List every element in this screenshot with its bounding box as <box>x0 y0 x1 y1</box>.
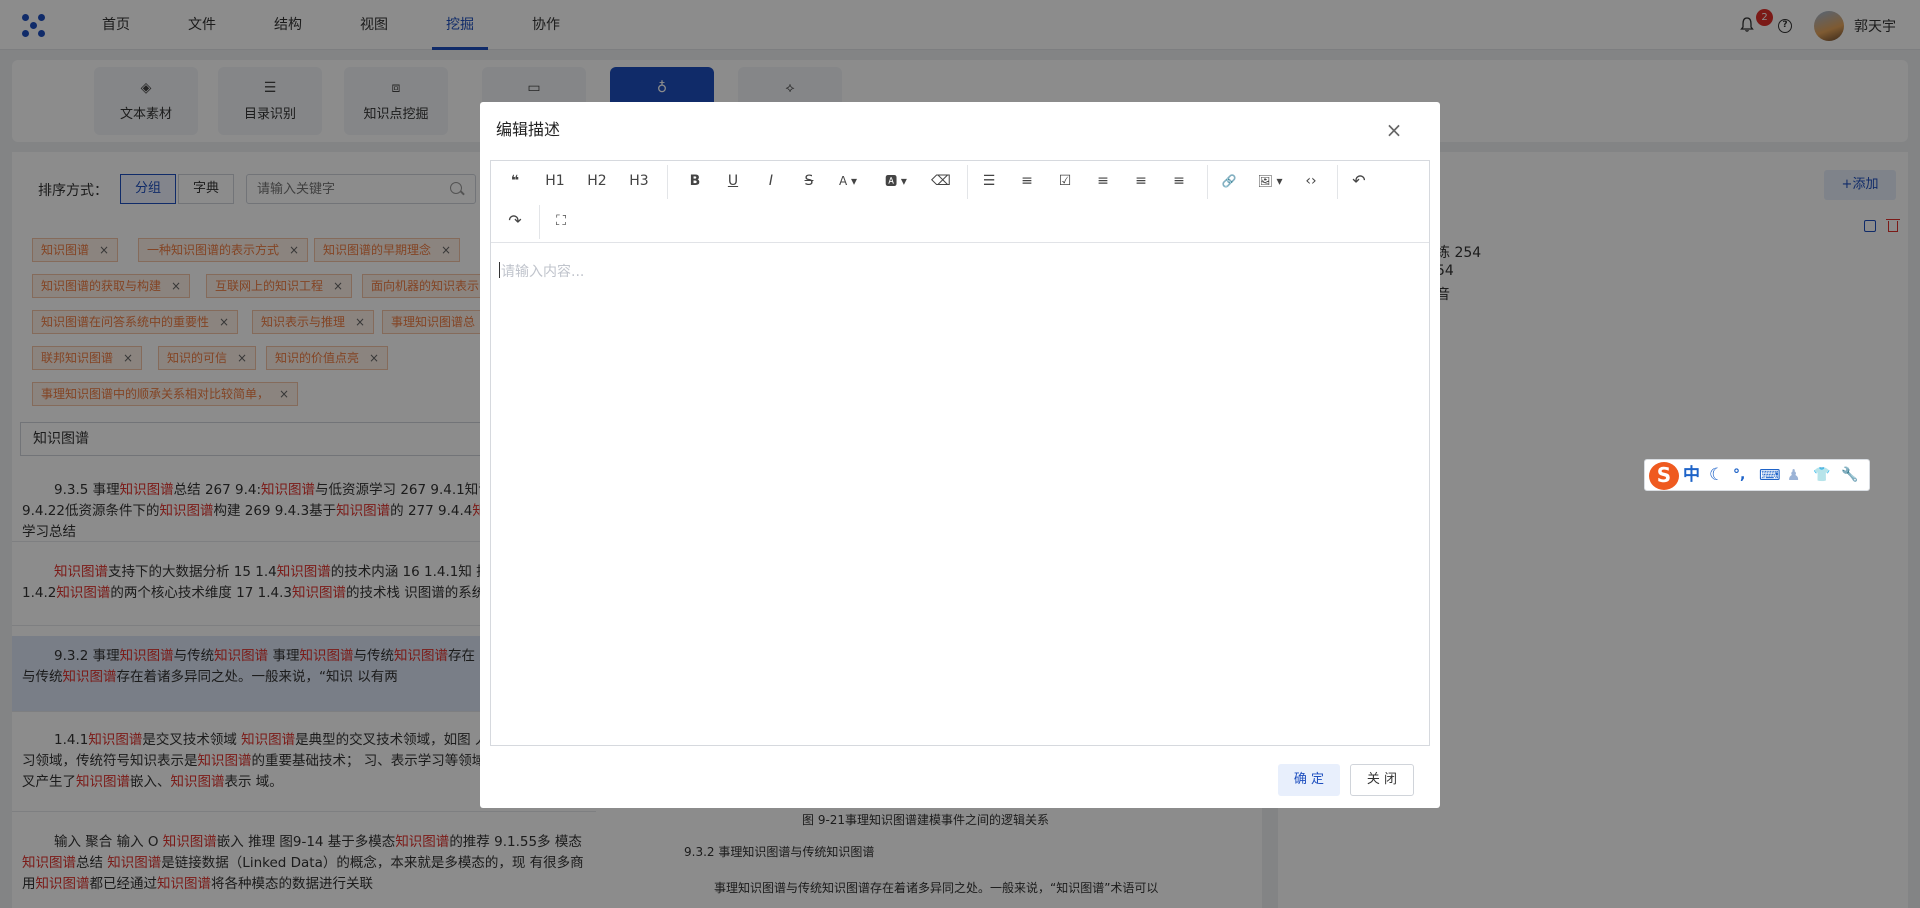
image-icon[interactable]: 🖼 ▾ <box>1253 167 1287 195</box>
rich-text-editor: ❝ H1 H2 H3 B U I S A ▾ 🅰 ▾ ⌫ ☰ ≡ ☑ ≡ ≡ ≡… <box>490 160 1430 746</box>
underline-icon[interactable]: U <box>721 167 745 195</box>
wrench-icon[interactable]: 🔧 <box>1841 464 1858 486</box>
ime-logo-icon[interactable]: S <box>1649 462 1679 490</box>
dialog-title: 编辑描述 <box>496 120 561 139</box>
punctuation-icon[interactable]: °, <box>1733 464 1745 486</box>
font-color-icon[interactable]: A ▾ <box>831 167 865 195</box>
align-left-icon[interactable]: ≡ <box>1091 167 1115 195</box>
link-icon[interactable]: 🔗 <box>1217 167 1241 195</box>
close-icon[interactable]: × <box>1380 116 1408 144</box>
redo-icon[interactable]: ↷ <box>503 207 527 235</box>
italic-icon[interactable]: I <box>759 167 783 195</box>
bullet-list-icon[interactable]: ☰ <box>977 167 1001 195</box>
bg-color-icon[interactable]: 🅰 ▾ <box>879 167 913 195</box>
quote-icon[interactable]: ❝ <box>503 167 527 195</box>
keyboard-icon[interactable]: ⌨ <box>1759 464 1781 486</box>
code-icon[interactable]: ‹› <box>1299 167 1323 195</box>
moon-icon[interactable]: ☾ <box>1709 464 1724 486</box>
ime-lang-toggle[interactable]: 中 <box>1683 464 1700 486</box>
clear-format-icon[interactable]: ⌫ <box>929 167 953 195</box>
bold-icon[interactable]: B <box>683 167 707 195</box>
h2-button[interactable]: H2 <box>585 167 609 195</box>
ime-toolbar: S 中 ☾ °, ⌨ ♟ 👕 🔧 <box>1644 459 1870 491</box>
align-justify-icon[interactable]: ≡ <box>1167 167 1191 195</box>
strikethrough-icon[interactable]: S <box>797 167 821 195</box>
editor-placeholder[interactable]: 请输入内容... <box>498 261 584 281</box>
h1-button[interactable]: H1 <box>543 167 567 195</box>
todo-icon[interactable]: ☑ <box>1053 167 1077 195</box>
fullscreen-icon[interactable]: ⛶ <box>549 207 573 235</box>
edit-description-dialog: 编辑描述 × ❝ H1 H2 H3 B U I S A ▾ 🅰 ▾ ⌫ ☰ ≡ … <box>480 102 1440 808</box>
ordered-list-icon[interactable]: ≡ <box>1015 167 1039 195</box>
shirt-icon[interactable]: 👕 <box>1813 464 1830 486</box>
undo-icon[interactable]: ↶ <box>1347 167 1371 195</box>
confirm-button[interactable]: 确 定 <box>1278 764 1340 796</box>
align-right-icon[interactable]: ≡ <box>1129 167 1153 195</box>
editor-toolbar: ❝ H1 H2 H3 B U I S A ▾ 🅰 ▾ ⌫ ☰ ≡ ☑ ≡ ≡ ≡… <box>491 161 1429 243</box>
user-icon[interactable]: ♟ <box>1787 464 1800 486</box>
close-button[interactable]: 关 闭 <box>1350 764 1414 796</box>
h3-button[interactable]: H3 <box>627 167 651 195</box>
